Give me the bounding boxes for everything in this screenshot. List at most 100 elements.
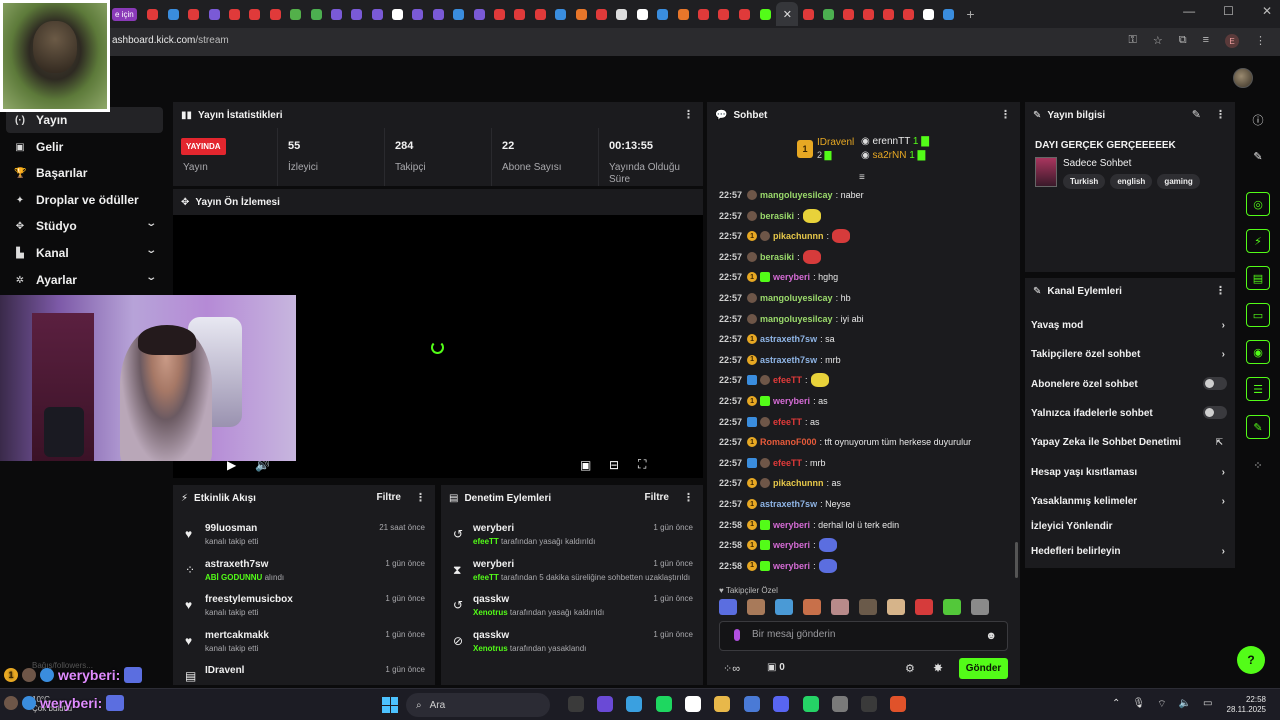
emote-shortcut[interactable] — [915, 599, 933, 615]
browser-tab[interactable] — [347, 4, 367, 24]
chat-message[interactable]: 22:57 1 weryberi: as — [719, 394, 828, 408]
taskbar-app-icon[interactable] — [803, 696, 819, 712]
moderation-row[interactable]: ↺ weryberi efeeTT tarafından yasağı kaldır… — [441, 519, 703, 555]
external-link-icon[interactable]: ⇱ — [1215, 437, 1223, 448]
activity-row[interactable]: ♥ freestylemusicbox kanalı takip etti 1 gün… — [173, 590, 435, 626]
browser-tab[interactable] — [551, 4, 571, 24]
chat-message[interactable]: 22:57 berasiki: — [719, 249, 821, 264]
chevron-down-icon[interactable]: ⌄ — [145, 272, 157, 283]
network-icon[interactable]: ⌔ — [1157, 698, 1166, 711]
browser-tab[interactable] — [632, 4, 652, 24]
profile-avatar[interactable]: E — [1225, 34, 1239, 48]
taskbar-app-icon[interactable] — [714, 696, 730, 712]
chevron-up-icon[interactable]: ⌃ — [1112, 698, 1120, 711]
chevron-right-icon[interactable]: › — [1222, 467, 1225, 478]
taskbar-app-icon[interactable] — [656, 696, 672, 712]
third-gifter[interactable]: ◉ sa2rNN 1 ▇ — [861, 150, 925, 161]
chat-username[interactable]: mangoluyesilcay — [760, 293, 833, 303]
chat-username[interactable]: mangoluyesilcay — [760, 314, 833, 324]
emote-shortcut[interactable] — [971, 599, 989, 615]
emote-shortcut[interactable] — [859, 599, 877, 615]
stream-tag[interactable]: gaming — [1157, 174, 1200, 189]
clock[interactable]: 22:58 28.11.2025 — [1227, 695, 1266, 715]
maximize-icon[interactable]: ☐ — [1223, 4, 1234, 18]
browser-tab[interactable] — [428, 4, 448, 24]
emote-shortcut[interactable] — [887, 599, 905, 615]
activity-row[interactable]: ♥ mertcakmakk kanalı takip etti 1 gün önce — [173, 626, 435, 662]
browser-tab[interactable] — [204, 4, 224, 24]
emote-shortcut[interactable] — [775, 599, 793, 615]
browser-tab[interactable] — [612, 4, 632, 24]
browser-tab[interactable] — [878, 4, 898, 24]
minimize-icon[interactable]: — — [1183, 4, 1195, 18]
browser-tab[interactable] — [918, 4, 938, 24]
support-icon[interactable]: ? — [1237, 646, 1265, 674]
tool-icon[interactable]: ✎ — [1246, 415, 1270, 439]
emote-shortcut[interactable] — [831, 599, 849, 615]
stats-menu-icon[interactable]: ⋮ — [683, 108, 694, 121]
browser-tab[interactable] — [306, 4, 326, 24]
browser-tab[interactable] — [693, 4, 713, 24]
browser-tab[interactable] — [387, 4, 407, 24]
key-icon[interactable]: ⚿ — [1128, 34, 1136, 48]
browser-tab[interactable] — [265, 4, 285, 24]
browser-tab[interactable] — [530, 4, 550, 24]
chat-message[interactable]: 22:57 mangoluyesilcay: naber — [719, 188, 864, 202]
chat-username[interactable]: mangoluyesilcay — [760, 190, 833, 200]
activity-username[interactable]: freestylemusicbox — [205, 594, 293, 605]
browser-tab[interactable] — [798, 4, 818, 24]
broadcast-icon[interactable]: ◉ — [1246, 340, 1270, 364]
taskbar-app-icon[interactable] — [832, 696, 848, 712]
toggle-switch[interactable] — [1203, 377, 1227, 390]
emoji-icon[interactable]: ☻ — [985, 630, 997, 642]
address-bar[interactable]: ashboard.kick.com/stream ⚿ ☆ ⧉ ≡ E ⋮ — [0, 28, 1280, 56]
lightning-icon[interactable]: ⚡ — [1246, 229, 1270, 253]
chat-message[interactable]: 22:57 mangoluyesilcay: hb — [719, 291, 851, 305]
chat-username[interactable]: weryberi — [773, 396, 810, 406]
chevron-down-icon[interactable]: ⌄ — [145, 245, 157, 256]
sidebar-item-5[interactable]: ✥ Stüdyo ⌄ — [6, 213, 163, 239]
events-menu-icon[interactable]: ⋮ — [415, 491, 426, 504]
extensions-icon[interactable]: ⧉ — [1179, 34, 1187, 48]
info-icon[interactable]: ⓘ — [1246, 108, 1270, 132]
browser-tab[interactable] — [714, 4, 734, 24]
chat-message[interactable]: 22:57 1 RomanoF000: tft oynuyorum tüm herk… — [719, 435, 971, 449]
browser-tab[interactable] — [469, 4, 489, 24]
chat-message[interactable]: 22:58 1 weryberi: — [719, 558, 837, 573]
chat-username[interactable]: weryberi — [773, 540, 810, 550]
browser-tab[interactable] — [734, 4, 754, 24]
browser-tab[interactable] — [571, 4, 591, 24]
channel-actions-menu-icon[interactable]: ⋮ — [1215, 284, 1226, 297]
taskbar-app-icon[interactable] — [744, 696, 760, 712]
moderation-row[interactable]: ⊘ qasskw Xenotrus tarafından yasaklandı 1 g… — [441, 626, 703, 662]
emote-shortcut[interactable] — [719, 599, 737, 615]
chat-message[interactable]: 22:57 efeeTT: as — [719, 415, 820, 429]
browser-tab[interactable] — [285, 4, 305, 24]
browser-tab[interactable] — [224, 4, 244, 24]
chat-username[interactable]: efeeTT — [773, 458, 802, 468]
browser-tab[interactable] — [183, 4, 203, 24]
taskbar-app-icon[interactable] — [861, 696, 877, 712]
browser-tab[interactable] — [754, 4, 776, 24]
pencil-icon[interactable]: ✎ — [1246, 144, 1270, 168]
stream-tag[interactable]: english — [1110, 174, 1153, 189]
chevron-right-icon[interactable]: › — [1222, 349, 1225, 360]
chat-message[interactable]: 22:57 1 pikachunnn: as — [719, 476, 841, 490]
channel-action-item[interactable]: Yavaş mod › — [1031, 314, 1231, 336]
pip-icon[interactable]: ▣ — [580, 458, 591, 472]
sidebar-item-2[interactable]: ▣ Gelir — [6, 134, 163, 160]
moderation-target[interactable]: weryberi — [473, 523, 514, 534]
theater-icon[interactable]: ⊟ — [609, 458, 619, 472]
browser-tab[interactable] — [818, 4, 838, 24]
edit-icon[interactable]: ✎ — [1192, 108, 1201, 121]
activity-row[interactable]: ♥ 99luosman kanalı takip etti 21 saat önce — [173, 519, 435, 555]
chat-message[interactable]: 22:57 berasiki: — [719, 208, 821, 223]
activity-username[interactable]: IDravenl — [205, 665, 244, 676]
browser-tab[interactable] — [489, 4, 509, 24]
activity-username[interactable]: mertcakmakk — [205, 630, 269, 641]
sidebar-item-3[interactable]: 🏆 Başarılar — [6, 160, 163, 186]
infinity-icon[interactable]: ⁘∞ — [723, 662, 740, 675]
channel-action-item[interactable]: İzleyici Yönlendir — [1031, 515, 1231, 537]
browser-tab[interactable] — [326, 4, 346, 24]
events-filter-button[interactable]: Filtre — [377, 492, 401, 503]
